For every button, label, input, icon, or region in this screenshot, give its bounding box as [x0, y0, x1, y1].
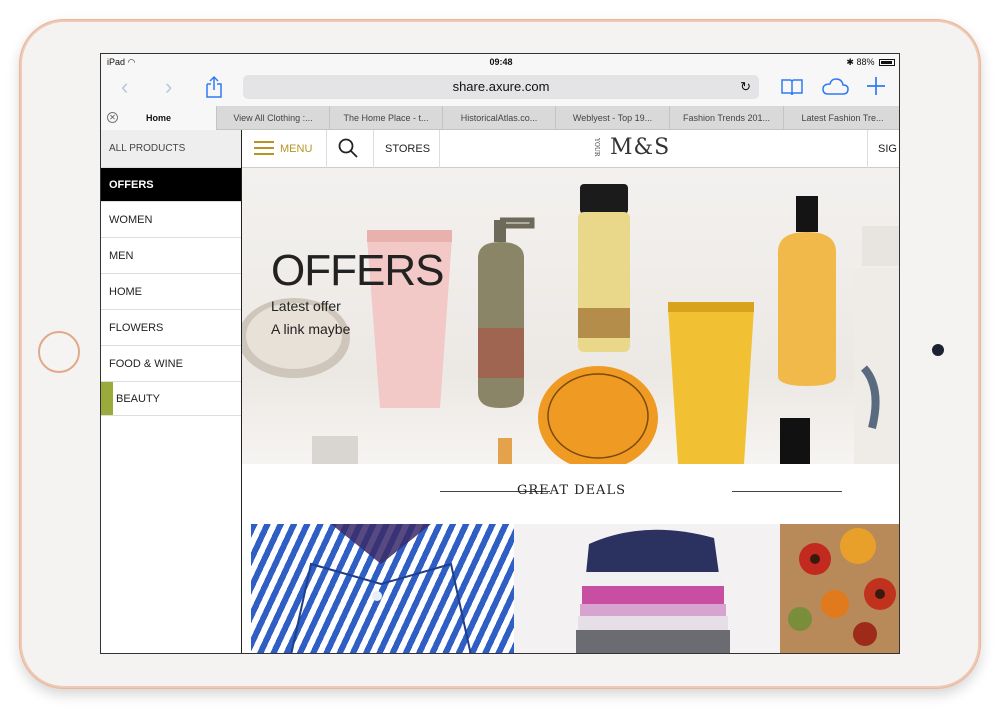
battery-icon	[879, 59, 895, 66]
sidebar-item-label: BEAUTY	[116, 393, 161, 405]
forward-icon[interactable]: ›	[165, 74, 172, 100]
hero-title: OFFERS	[271, 246, 444, 295]
status-time: 09:48	[489, 57, 513, 67]
selected-indicator	[101, 382, 113, 415]
menu-label: MENU	[280, 143, 313, 155]
tab-label: Fashion Trends 201...	[682, 113, 771, 123]
status-right: ✱ 88%	[846, 57, 895, 68]
tab-label: The Home Place - t...	[343, 113, 429, 123]
logo-text: M&S	[610, 135, 671, 160]
sidebar-menu: ALL PRODUCTS OFFERS WOMEN MEN HOME FLOWE…	[101, 130, 242, 653]
tab-latest-fashion[interactable]: Latest Fashion Tre...	[784, 106, 899, 130]
hero-banner[interactable]: OFFERS Latest offer A link maybe	[242, 168, 899, 464]
divider	[867, 130, 868, 168]
battery-percent: 88%	[856, 57, 875, 67]
tab-label: HistoricalAtlas.co...	[460, 113, 538, 123]
shirt-image	[290, 524, 472, 653]
home-button[interactable]	[38, 331, 80, 373]
tab-bar: ✕ Home View All Clothing :... The Home P…	[101, 106, 899, 130]
divider	[732, 491, 842, 492]
divider	[373, 130, 374, 168]
screen: iPad ◠ 09:48 ✱ 88% ‹ › share.axure.com ↻	[100, 53, 900, 654]
sidebar-item-beauty[interactable]: BEAUTY	[101, 382, 241, 416]
bluetooth-icon: ✱	[846, 57, 854, 67]
tab-home[interactable]: ✕ Home	[101, 106, 217, 130]
close-icon[interactable]: ✕	[107, 112, 118, 123]
sidebar-item-label: MEN	[109, 250, 134, 262]
bookmarks-icon[interactable]	[781, 78, 803, 96]
tab-label: Latest Fashion Tre...	[801, 113, 884, 123]
site-header: MENU STORES YOUR M&S SIG	[242, 130, 899, 168]
deals-grid	[242, 524, 899, 653]
brand-logo[interactable]: YOUR M&S	[593, 135, 671, 160]
status-bar: iPad ◠ 09:48 ✱ 88%	[101, 54, 899, 70]
tab-historicalatlas[interactable]: HistoricalAtlas.co...	[443, 106, 556, 130]
back-icon[interactable]: ‹	[121, 74, 128, 100]
shirts-tile[interactable]	[251, 524, 514, 653]
reload-icon[interactable]: ↻	[740, 75, 751, 99]
scarves-tile[interactable]	[514, 524, 780, 653]
divider	[326, 130, 327, 168]
sidebar-item-label: OFFERS	[109, 179, 154, 191]
scarves-image	[576, 529, 730, 653]
hero-latest-offer[interactable]: Latest offer	[271, 298, 341, 314]
divider	[439, 130, 440, 168]
sidebar-item-food-wine[interactable]: FOOD & WINE	[101, 346, 241, 382]
hero-link[interactable]: A link maybe	[271, 321, 350, 337]
sidebar-item-label: WOMEN	[109, 214, 153, 226]
tab-label: View All Clothing :...	[233, 113, 313, 123]
sign-in-link[interactable]: SIG	[878, 143, 897, 155]
sidebar-item-flowers[interactable]: FLOWERS	[101, 310, 241, 346]
sidebar-item-home[interactable]: HOME	[101, 274, 241, 310]
tab-fashion-trends[interactable]: Fashion Trends 201...	[670, 106, 784, 130]
share-icon[interactable]	[205, 75, 223, 99]
tab-weblyest[interactable]: Weblyest - Top 19...	[556, 106, 670, 130]
tab-the-home-place[interactable]: The Home Place - t...	[330, 106, 443, 130]
sidebar-item-label: FLOWERS	[109, 322, 164, 334]
flowers-tile[interactable]	[780, 524, 899, 653]
sidebar-item-label: HOME	[109, 286, 142, 298]
hamburger-icon	[254, 141, 274, 155]
cloud-icon[interactable]	[821, 78, 849, 96]
menu-button[interactable]: MENU	[254, 141, 312, 155]
search-icon[interactable]	[338, 138, 358, 158]
new-tab-icon[interactable]	[866, 76, 886, 96]
beauty-products-image	[242, 184, 899, 464]
browser-toolbar: ‹ › share.axure.com ↻	[101, 70, 899, 106]
sidebar-item-offers[interactable]: OFFERS	[101, 168, 241, 202]
url-bar[interactable]: share.axure.com ↻	[243, 75, 759, 99]
stores-link[interactable]: STORES	[385, 143, 430, 155]
sidebar-item-men[interactable]: MEN	[101, 238, 241, 274]
logo-prefix: YOUR	[593, 138, 600, 157]
tab-label: Weblyest - Top 19...	[572, 113, 653, 123]
sidebar-item-label: FOOD & WINE	[109, 358, 183, 370]
sidebar-header[interactable]: ALL PRODUCTS	[101, 130, 241, 168]
url-text: share.axure.com	[452, 79, 550, 94]
tab-label: Home	[145, 113, 171, 123]
great-deals-section: GREAT DEALS	[242, 464, 899, 524]
sidebar-item-women[interactable]: WOMEN	[101, 202, 241, 238]
flowers-image	[788, 528, 896, 646]
camera-icon	[932, 344, 944, 356]
tab-view-all-clothing[interactable]: View All Clothing :...	[217, 106, 330, 130]
